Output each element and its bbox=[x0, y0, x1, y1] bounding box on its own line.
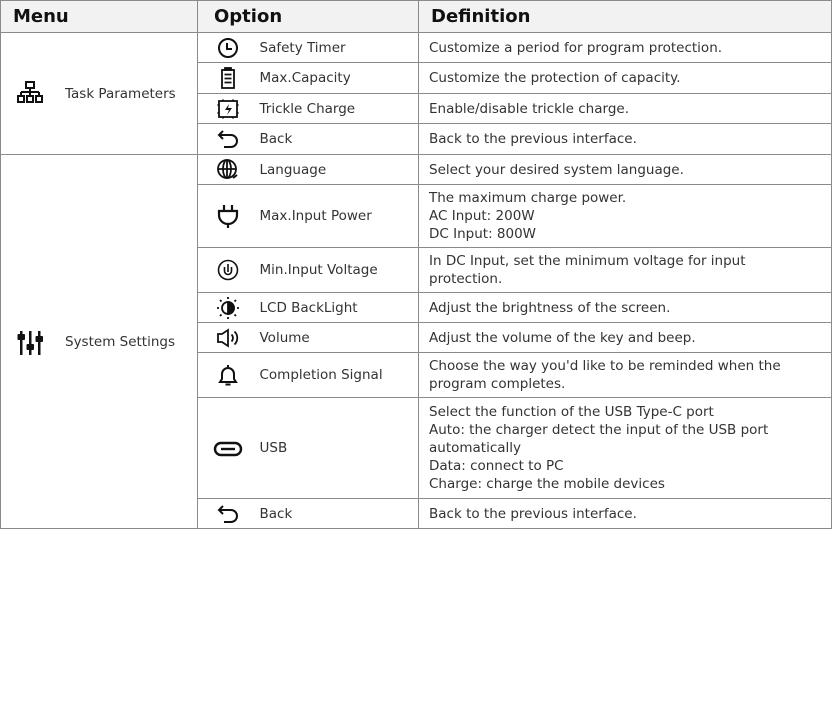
definition-line: DC Input: 800W bbox=[429, 226, 537, 242]
menu-label: Task Parameters bbox=[65, 85, 176, 102]
definition-cell: Adjust the brightness of the screen. bbox=[418, 292, 832, 323]
option-label: Completion Signal bbox=[257, 352, 419, 398]
option-header: Option bbox=[197, 0, 419, 33]
sliders-icon bbox=[17, 329, 49, 355]
definition-line: automatically bbox=[429, 440, 522, 456]
back-arrow-icon bbox=[216, 504, 240, 524]
option-label: Min.Input Voltage bbox=[257, 247, 419, 293]
option-label: Safety Timer bbox=[257, 32, 419, 63]
definition-line: Choose the way you'd like to be reminded… bbox=[429, 358, 781, 374]
option-label: Trickle Charge bbox=[257, 93, 419, 124]
definition-line: Enable/disable trickle charge. bbox=[429, 100, 629, 117]
voltage-icon bbox=[217, 259, 239, 281]
trickle-charge-icon bbox=[217, 99, 239, 119]
option-icon-cell bbox=[197, 247, 258, 293]
option-label: Back bbox=[257, 123, 419, 155]
back-arrow-icon bbox=[216, 129, 240, 149]
definition-line: Adjust the volume of the key and beep. bbox=[429, 329, 696, 346]
option-label: Back bbox=[257, 498, 419, 529]
usb-c-icon bbox=[213, 441, 243, 457]
speaker-icon bbox=[216, 328, 240, 348]
option-icon-cell bbox=[197, 123, 258, 155]
bell-icon bbox=[217, 364, 238, 386]
definition-line: Back to the previous interface. bbox=[429, 131, 637, 147]
definition-line: Customize a period for program protectio… bbox=[429, 39, 723, 56]
globe-icon bbox=[216, 158, 240, 182]
option-label: Max.Capacity bbox=[257, 62, 419, 94]
backlight-icon bbox=[215, 296, 241, 320]
definition-header: Definition bbox=[418, 0, 832, 33]
definition-cell: Select your desired system language. bbox=[418, 154, 832, 185]
battery-icon bbox=[220, 67, 236, 89]
definition-line: AC Input: 200W bbox=[429, 208, 535, 224]
option-label: Volume bbox=[257, 322, 419, 353]
definition-line: Adjust the brightness of the screen. bbox=[429, 299, 671, 316]
definition-cell: Back to the previous interface. bbox=[418, 498, 832, 529]
option-icon-cell bbox=[197, 322, 258, 353]
option-label: LCD BackLight bbox=[257, 292, 419, 323]
option-icon-cell bbox=[197, 62, 258, 94]
definition-cell: The maximum charge power. AC Input: 200W D… bbox=[418, 184, 832, 248]
option-label: USB bbox=[257, 397, 419, 499]
menu-cell-content: System Settings bbox=[1, 329, 197, 355]
option-icon-cell bbox=[197, 498, 258, 529]
clock-icon bbox=[217, 37, 239, 59]
definition-cell: Adjust the volume of the key and beep. bbox=[418, 322, 832, 353]
definition-cell: Customize a period for program protectio… bbox=[418, 32, 832, 63]
option-icon-cell bbox=[197, 352, 258, 398]
definition-line: Back to the previous interface. bbox=[429, 505, 637, 522]
header-row: Menu Option Definition bbox=[0, 0, 832, 33]
definition-line: Select the function of the USB Type-C po… bbox=[429, 404, 714, 420]
plug-icon bbox=[217, 204, 239, 228]
definition-line: Data: connect to PC bbox=[429, 458, 564, 474]
option-label: Max.Input Power bbox=[257, 184, 419, 248]
definition-line: Customize the protection of capacity. bbox=[429, 70, 681, 86]
definition-cell: Choose the way you'd like to be reminded… bbox=[418, 352, 832, 398]
definition-cell: Enable/disable trickle charge. bbox=[418, 93, 832, 124]
option-icon-cell bbox=[197, 184, 258, 248]
definition-line: In DC Input, set the minimum voltage for… bbox=[429, 253, 746, 269]
definition-line: Auto: the charger detect the input of th… bbox=[429, 422, 769, 438]
option-icon-cell bbox=[197, 397, 258, 499]
menu-cell: Task Parameters bbox=[0, 32, 198, 155]
option-icon-cell bbox=[197, 93, 258, 124]
menu-label: System Settings bbox=[65, 333, 176, 350]
definition-line: protection. bbox=[429, 271, 503, 287]
hierarchy-icon bbox=[17, 80, 49, 107]
menu-cell-content: Task Parameters bbox=[1, 80, 197, 107]
definition-cell: Back to the previous interface. bbox=[418, 123, 832, 155]
table-row: System Settings Language Select your desir… bbox=[0, 154, 832, 529]
definition-cell: Select the function of the USB Type-C po… bbox=[418, 397, 832, 499]
menu-header: Menu bbox=[0, 0, 198, 33]
definition-line: program completes. bbox=[429, 376, 566, 392]
definition-line: Select your desired system language. bbox=[429, 161, 684, 178]
table-row: Task Parameters Safety Timer Customize a p… bbox=[0, 32, 832, 155]
definition-cell: In DC Input, set the minimum voltage for… bbox=[418, 247, 832, 293]
definition-cell: Customize the protection of capacity. bbox=[418, 62, 832, 94]
definition-line: Charge: charge the mobile devices bbox=[429, 476, 665, 492]
menu-cell: System Settings bbox=[0, 154, 198, 529]
definition-line: The maximum charge power. bbox=[429, 190, 627, 206]
option-icon-cell bbox=[197, 292, 258, 323]
option-label: Language bbox=[257, 154, 419, 185]
option-icon-cell bbox=[197, 154, 258, 185]
menu-options-table: Menu Option Definition Task Parameters Sa… bbox=[0, 0, 832, 529]
option-icon-cell bbox=[197, 32, 258, 63]
